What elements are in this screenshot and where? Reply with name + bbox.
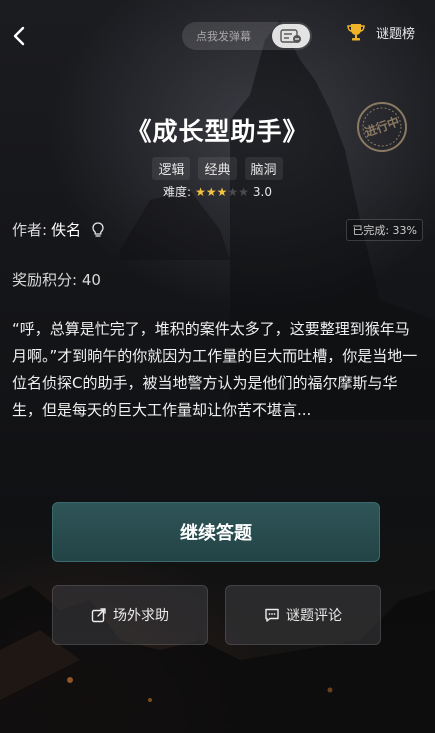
back-arrow-icon (13, 26, 25, 46)
danmu-input[interactable] (196, 29, 276, 43)
rank-label: 谜题榜 (376, 26, 416, 42)
puzzle-description: “呼，总算是忙完了，堆积的案件太多了，这要整理到猴年马月啊。”才到晌午的你就因为… (12, 320, 418, 419)
trophy-icon (347, 24, 365, 41)
difficulty-stars: ★ ★ ★ ★ ★ (195, 186, 249, 198)
status-stamp: 进行中 (357, 102, 407, 152)
puzzle-comment-button[interactable]: 谜题评论 (225, 585, 381, 645)
outside-help-button[interactable]: 场外求助 (52, 585, 208, 645)
continue-answer-label: 继续答题 (180, 523, 252, 544)
danmu-toggle-button[interactable] (272, 24, 310, 48)
star-filled-icon: ★ (205, 184, 217, 199)
progress-badge: 已完成: 33% (346, 219, 423, 241)
author-label: 作者: (12, 221, 48, 239)
star-empty-icon: ★ (227, 184, 239, 199)
star-filled-icon: ★ (195, 184, 206, 199)
top-bar: 谜题榜 (0, 0, 435, 70)
tag: 经典 (198, 157, 237, 180)
difficulty-row: 难度: ★ ★ ★ ★ ★ 3.0 (0, 183, 435, 200)
author-name: 佚名 (51, 221, 82, 239)
tag: 逻辑 (152, 157, 191, 180)
lightbulb-icon[interactable] (89, 221, 107, 239)
continue-answer-button[interactable]: 继续答题 (52, 502, 380, 562)
outside-help-label: 场外求助 (113, 608, 169, 624)
puzzle-comment-label: 谜题评论 (286, 608, 342, 624)
comment-icon (265, 608, 279, 622)
back-button[interactable] (8, 22, 32, 50)
share-out-icon (91, 608, 106, 623)
difficulty-value: 3.0 (252, 184, 272, 199)
danmu-toggle-icon (280, 29, 301, 43)
rank-link[interactable]: 谜题榜 (346, 22, 415, 42)
difficulty-label: 难度: (163, 185, 192, 199)
tag-list: 逻辑 经典 脑洞 (0, 157, 435, 180)
author-row: 作者: 佚名 (12, 219, 107, 240)
status-stamp-text: 进行中 (362, 113, 401, 139)
danmu-bar (182, 22, 312, 50)
star-empty-icon: ★ (238, 184, 249, 199)
star-filled-icon: ★ (216, 184, 228, 199)
tag: 脑洞 (244, 157, 283, 180)
reward-points: 奖励积分: 40 (12, 271, 101, 289)
